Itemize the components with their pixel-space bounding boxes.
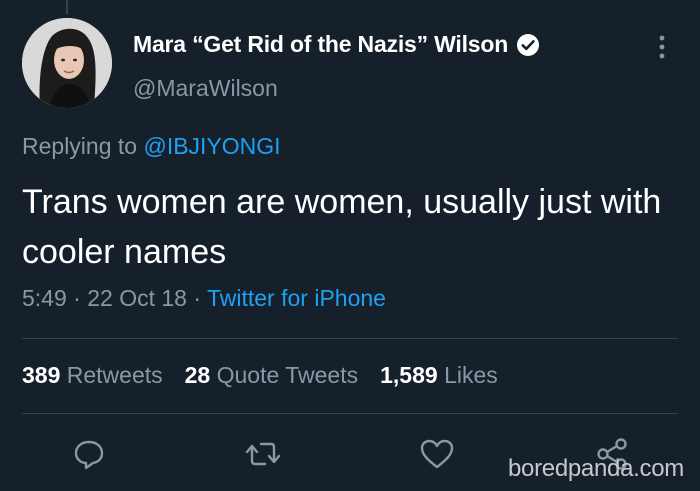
likes-label: Likes: [444, 362, 498, 388]
tweet-time[interactable]: 5:49: [22, 285, 67, 311]
quote-tweets-count: 28: [184, 362, 211, 388]
retweets-label: Retweets: [66, 362, 163, 388]
author-display-name[interactable]: Mara “Get Rid of the Nazis” Wilson: [133, 31, 508, 58]
tweet-date[interactable]: 22 Oct 18: [87, 285, 187, 311]
thread-connector-line: [66, 0, 68, 14]
tweet-source-link[interactable]: Twitter for iPhone: [207, 285, 386, 311]
replying-to-mention-link[interactable]: @IBJIYONGI: [143, 133, 280, 159]
meta-separator: ·: [66, 285, 88, 311]
tweet-text: Trans women are women, usually just with…: [22, 183, 662, 271]
retweet-icon[interactable]: [243, 434, 283, 474]
divider: [22, 413, 678, 414]
more-options-icon[interactable]: [655, 34, 669, 60]
engagement-stats: 389 Retweets 28 Quote Tweets 1,589 Likes: [22, 362, 498, 389]
likes-count: 1,589: [380, 362, 438, 388]
retweets-stat[interactable]: 389 Retweets: [22, 362, 163, 389]
author-handle[interactable]: @MaraWilson: [133, 75, 278, 102]
meta-separator: ·: [186, 285, 207, 311]
verified-badge-icon: [517, 33, 540, 56]
author-name-row: Mara “Get Rid of the Nazis” Wilson: [133, 31, 540, 58]
replying-to: Replying to @IBJIYONGI: [22, 133, 281, 160]
quote-tweets-stat[interactable]: 28 Quote Tweets: [185, 362, 358, 389]
watermark-text: boredpanda.com: [508, 455, 684, 482]
tweet-metadata: 5:49 · 22 Oct 18 · Twitter for iPhone: [22, 285, 386, 312]
replying-prefix: Replying to: [22, 133, 144, 159]
divider: [22, 338, 678, 339]
like-icon[interactable]: [417, 434, 457, 474]
likes-stat[interactable]: 1,589 Likes: [380, 362, 498, 389]
avatar[interactable]: [22, 18, 112, 108]
avatar-image: [22, 18, 112, 108]
retweets-count: 389: [22, 362, 61, 388]
quote-tweets-label: Quote Tweets: [216, 362, 359, 388]
reply-icon[interactable]: [69, 434, 109, 474]
